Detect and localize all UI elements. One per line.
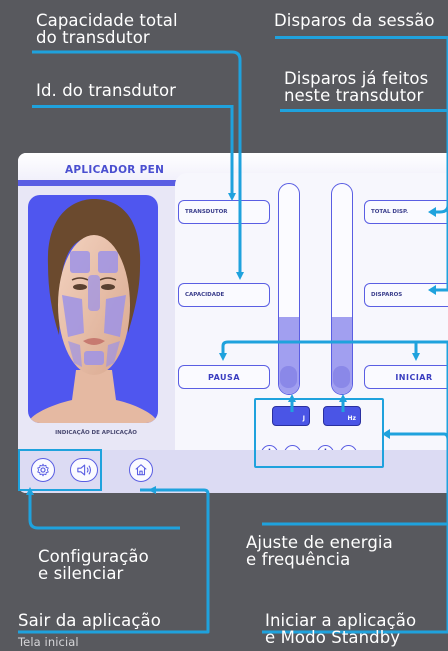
annotation-start-standby: Iniciar a aplicação e Modo Standby: [265, 611, 417, 647]
annotation-config-mute: Configuração e silenciar: [38, 547, 149, 583]
annotation-energy-frequency: Ajuste de energia e frequência: [246, 533, 393, 569]
annotation-home-screen: Tela inicial: [18, 635, 79, 649]
annotation-exit-app: Sair da aplicação: [18, 611, 161, 630]
